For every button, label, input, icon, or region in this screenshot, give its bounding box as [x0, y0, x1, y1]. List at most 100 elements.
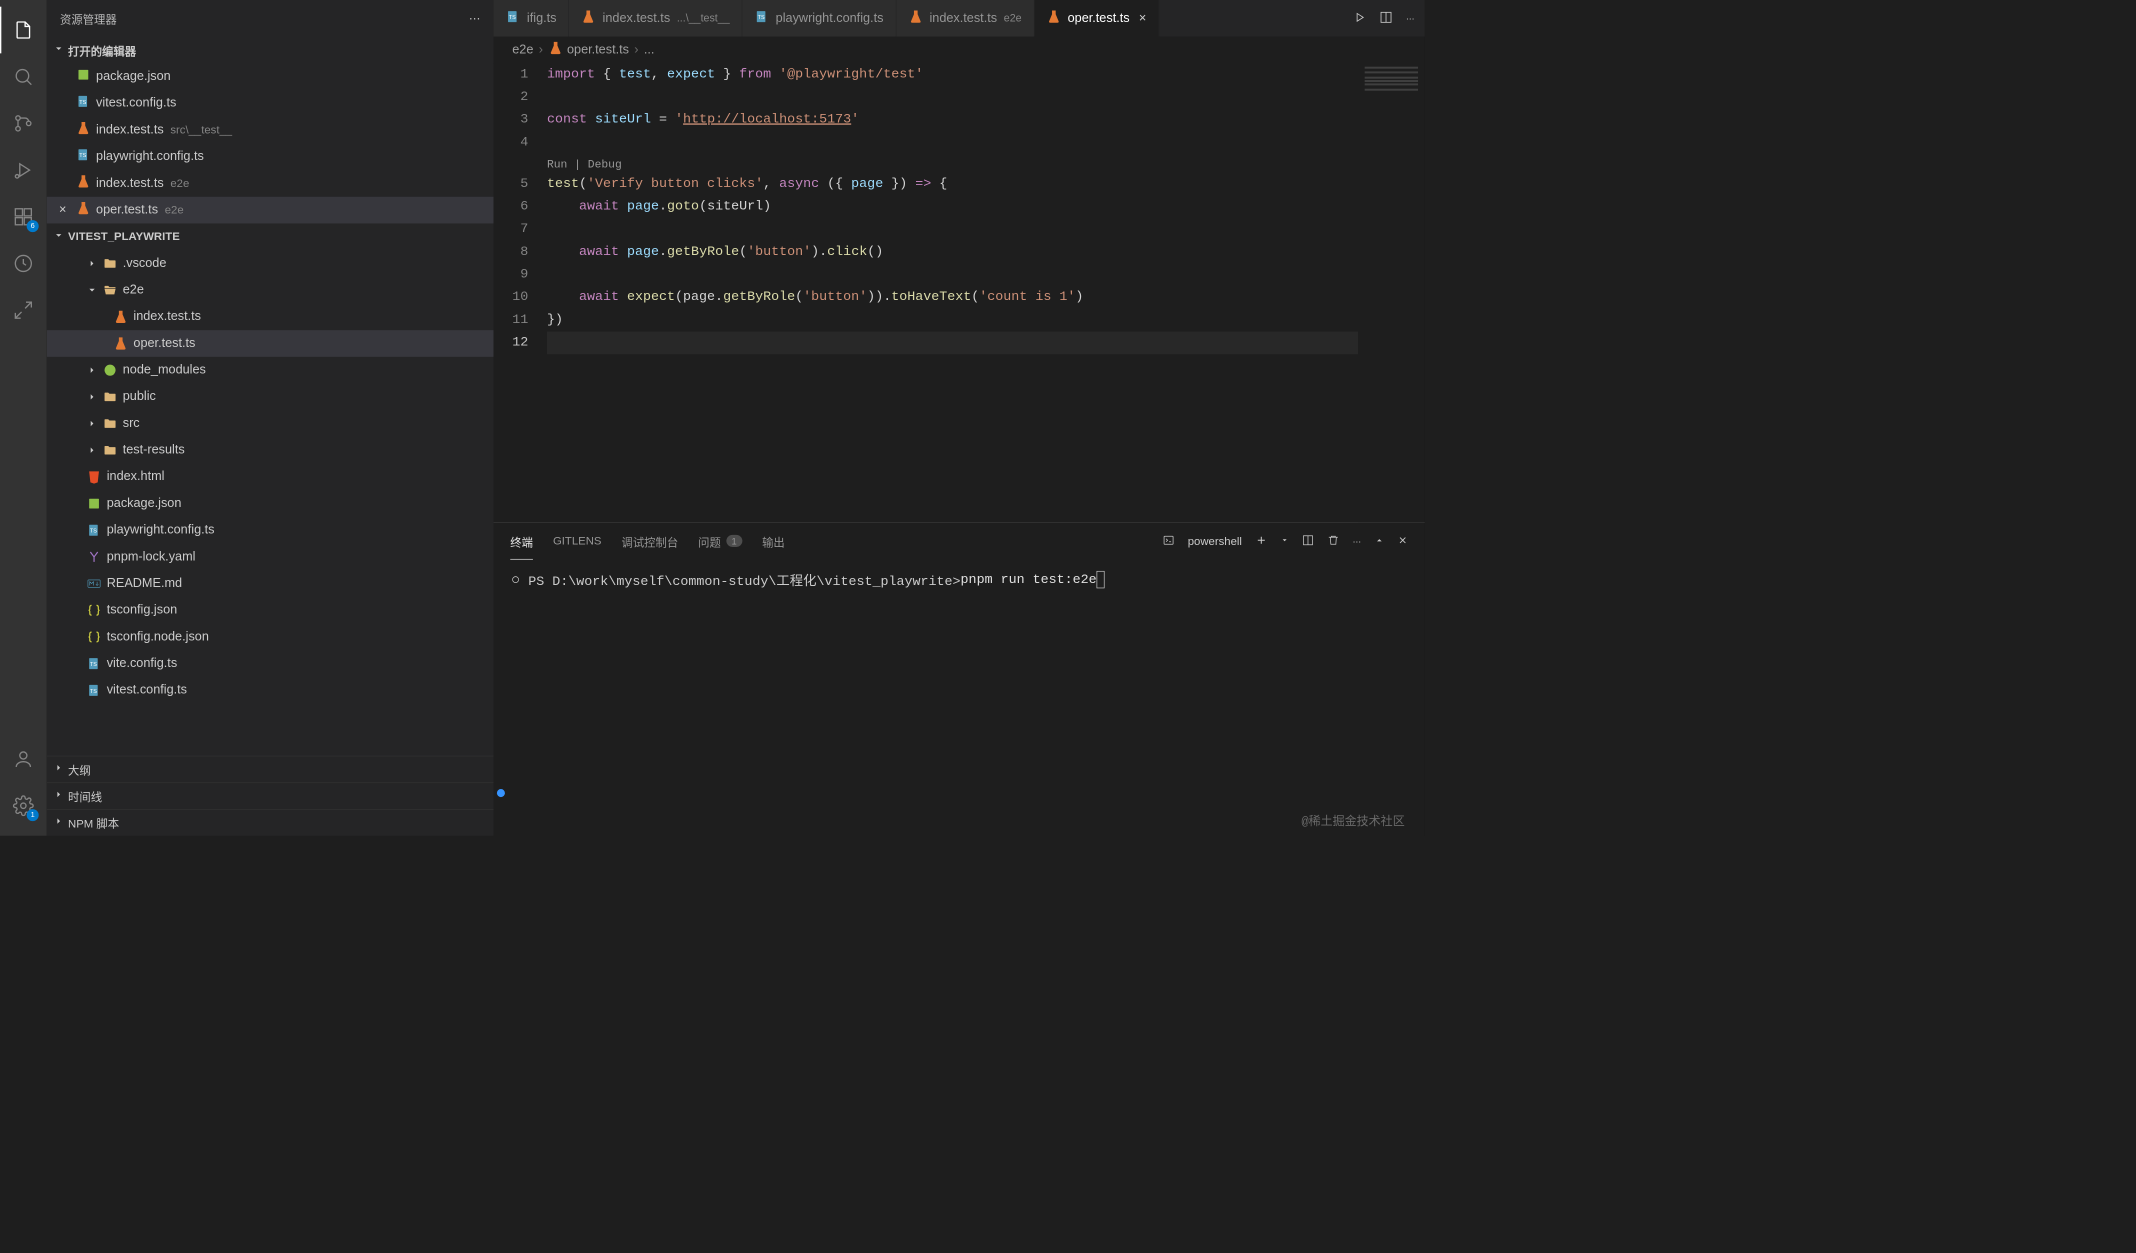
file-icon: TS: [76, 94, 91, 113]
tree-file[interactable]: pnpm-lock.yaml: [47, 544, 494, 571]
tab-terminal[interactable]: 终端: [510, 523, 533, 560]
tree-folder[interactable]: src: [47, 410, 494, 437]
file-icon: TS: [87, 656, 102, 671]
close-panel-icon[interactable]: [1397, 535, 1408, 548]
tree-file[interactable]: TSvitest.config.ts: [47, 677, 494, 704]
sidebar-title: 资源管理器: [60, 10, 117, 27]
file-icon: [76, 121, 91, 140]
tab-label: oper.test.ts: [1068, 11, 1130, 26]
file-icon: [87, 470, 102, 485]
open-editor-item[interactable]: index.test.tse2e: [47, 170, 494, 197]
tree-file[interactable]: TSplaywright.config.ts: [47, 517, 494, 544]
tree-file[interactable]: README.md: [47, 570, 494, 597]
new-terminal-icon[interactable]: [1255, 534, 1267, 548]
tree-file[interactable]: tsconfig.node.json: [47, 624, 494, 651]
file-icon: TS: [506, 9, 521, 28]
testing-activity[interactable]: [0, 240, 47, 287]
split-terminal-icon[interactable]: [1302, 534, 1314, 548]
tree-file[interactable]: oper.test.ts: [47, 330, 494, 357]
code-editor[interactable]: 1234 56789101112 import { test, expect }…: [494, 63, 1425, 522]
scm-activity[interactable]: [0, 100, 47, 147]
open-editors-header[interactable]: 打开的编辑器: [47, 37, 494, 64]
tree-folder[interactable]: public: [47, 384, 494, 411]
more-icon[interactable]: ⋯: [1406, 13, 1415, 24]
project-header[interactable]: VITEST_PLAYWRITE: [47, 223, 494, 250]
folder-icon: [103, 390, 118, 405]
editor-tabs: TSifig.tsindex.test.ts...\__test__TSplay…: [494, 0, 1425, 37]
tab-problems[interactable]: 问题 1: [698, 523, 742, 560]
activity-bar: 6 1: [0, 0, 47, 836]
settings-activity[interactable]: 1: [0, 782, 47, 829]
maximize-panel-icon[interactable]: [1375, 536, 1384, 547]
chevron-right-icon: [87, 445, 98, 456]
terminal-dropdown-icon[interactable]: [1281, 536, 1289, 546]
remote-activity[interactable]: [0, 287, 47, 334]
panel-actions: powershell ⋯: [1162, 534, 1408, 548]
tree-file[interactable]: tsconfig.json: [47, 597, 494, 624]
terminal-indicator-icon: [512, 576, 519, 583]
terminal[interactable]: PS D:\work\myself\common-study\工程化\vites…: [494, 560, 1425, 836]
tab-label: index.test.ts: [929, 11, 997, 26]
open-editor-item[interactable]: ×oper.test.tse2e: [47, 197, 494, 224]
explorer-activity[interactable]: [0, 7, 47, 54]
shell-name[interactable]: powershell: [1188, 535, 1242, 548]
file-name: index.test.ts: [96, 123, 164, 138]
tree-item-label: node_modules: [123, 363, 206, 378]
codelens[interactable]: Run | Debug: [547, 154, 1358, 173]
close-icon[interactable]: ×: [1139, 11, 1146, 26]
panel-more-icon[interactable]: ⋯: [1353, 536, 1362, 547]
account-activity[interactable]: [0, 736, 47, 783]
editor-tab[interactable]: TSifig.ts: [494, 0, 570, 37]
breadcrumb[interactable]: e2e › oper.test.ts › ...: [494, 37, 1425, 64]
chevron-down-icon: [53, 43, 64, 57]
open-editor-item[interactable]: TSplaywright.config.ts: [47, 143, 494, 170]
file-icon: TS: [76, 147, 91, 166]
tree-item-label: oper.test.ts: [133, 336, 195, 351]
split-editor-icon[interactable]: [1379, 11, 1392, 26]
search-activity[interactable]: [0, 53, 47, 100]
timeline-header[interactable]: 时间线: [47, 782, 494, 809]
tree-folder[interactable]: e2e: [47, 277, 494, 304]
folder-icon: [103, 443, 118, 458]
kill-terminal-icon[interactable]: [1327, 534, 1339, 548]
minimap[interactable]: [1358, 63, 1425, 522]
outline-sections: 大纲 时间线 NPM 脚本: [47, 756, 494, 836]
tree-file[interactable]: package.json: [47, 490, 494, 517]
terminal-shell-icon[interactable]: [1162, 534, 1174, 548]
breadcrumb-item[interactable]: e2e: [512, 43, 533, 58]
editor-tab[interactable]: index.test.ts...\__test__: [569, 0, 742, 37]
tree-folder[interactable]: node_modules: [47, 357, 494, 384]
tree-item-label: public: [123, 390, 156, 405]
npm-header[interactable]: NPM 脚本: [47, 809, 494, 836]
debug-activity[interactable]: [0, 147, 47, 194]
close-icon[interactable]: ×: [55, 203, 71, 218]
tree-item-label: README.md: [107, 576, 182, 591]
run-icon[interactable]: [1353, 11, 1366, 26]
sidebar: 资源管理器 ⋯ 打开的编辑器 package.json TSvitest.conf…: [47, 0, 494, 836]
editor-tab[interactable]: index.test.tse2e: [896, 0, 1034, 37]
tree-file[interactable]: index.test.ts: [47, 303, 494, 330]
tab-gitlens[interactable]: GITLENS: [553, 523, 602, 560]
breadcrumb-item[interactable]: oper.test.ts: [567, 43, 629, 58]
tree-file[interactable]: TSvite.config.ts: [47, 650, 494, 677]
editor-tab[interactable]: oper.test.ts ×: [1034, 0, 1159, 37]
editor-tab[interactable]: TSplaywright.config.ts: [742, 0, 896, 37]
svg-text:TS: TS: [90, 529, 97, 535]
open-editor-item[interactable]: index.test.tssrc\__test__: [47, 117, 494, 144]
chevron-right-icon: [87, 258, 98, 269]
tree-folder[interactable]: .vscode: [47, 250, 494, 277]
tree-file[interactable]: index.html: [47, 464, 494, 491]
outline-header[interactable]: 大纲: [47, 756, 494, 783]
file-icon: [87, 550, 102, 565]
open-editor-item[interactable]: package.json: [47, 63, 494, 90]
file-name: package.json: [96, 69, 171, 84]
chevron-right-icon: [53, 762, 64, 776]
sidebar-more-icon[interactable]: ⋯: [469, 12, 480, 25]
tab-debug-console[interactable]: 调试控制台: [621, 523, 678, 560]
open-editor-item[interactable]: TSvitest.config.ts: [47, 90, 494, 117]
extensions-activity[interactable]: 6: [0, 193, 47, 240]
code-lines[interactable]: import { test, expect } from '@playwrigh…: [547, 63, 1358, 522]
tab-output[interactable]: 输出: [762, 523, 785, 560]
breadcrumb-item[interactable]: ...: [644, 43, 655, 58]
tree-folder[interactable]: test-results: [47, 437, 494, 464]
